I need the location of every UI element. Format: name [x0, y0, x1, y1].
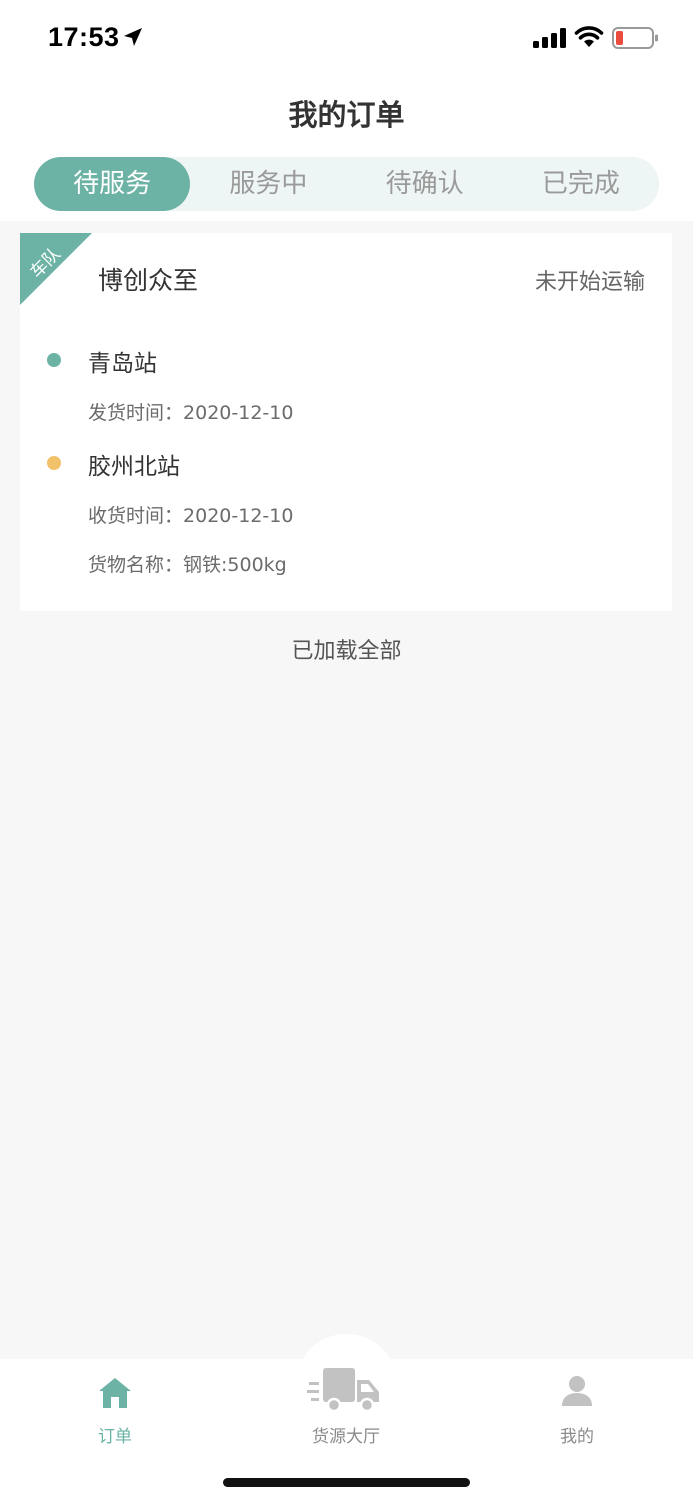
- nav-cargo-hall-label: 货源大厅: [312, 1427, 380, 1447]
- tab-pending-service[interactable]: 待服务: [34, 157, 191, 211]
- destination-station: 胶州北站: [88, 454, 180, 480]
- nav-mine-label: 我的: [560, 1427, 594, 1447]
- truck-icon: [307, 1368, 379, 1413]
- page-header: 我的订单 待服务 服务中 待确认 已完成: [0, 78, 693, 221]
- order-status-tabs: 待服务 服务中 待确认 已完成: [34, 157, 659, 211]
- status-bar: 17:53: [0, 0, 693, 78]
- location-arrow-icon: [124, 28, 142, 46]
- status-time: 17:53: [48, 22, 120, 52]
- battery-low-icon: [612, 27, 658, 49]
- ship-time-row: 发货时间：2020-12-10: [88, 398, 293, 425]
- origin-dot: [47, 353, 61, 367]
- fleet-corner-tag: 车队: [20, 233, 92, 305]
- origin-station: 青岛站: [88, 351, 157, 377]
- loaded-all-indicator: 已加载全部: [291, 639, 402, 664]
- order-card[interactable]: 车队 博创众至 未开始运输 青岛站 发货时间：2020-12-10 胶州北站 收…: [20, 233, 672, 611]
- tab-completed[interactable]: 已完成: [503, 157, 659, 211]
- destination-dot: [47, 456, 61, 470]
- receive-time-label: 收货时间：: [88, 505, 184, 527]
- nav-orders-label: 订单: [98, 1427, 132, 1447]
- cargo-row: 货物名称：钢铁:500kg: [88, 550, 287, 577]
- home-indicator: [223, 1478, 470, 1487]
- tab-pending-confirmation[interactable]: 待确认: [347, 157, 503, 211]
- wifi-icon: [574, 26, 604, 47]
- person-icon: [562, 1376, 592, 1406]
- home-icon: [99, 1378, 131, 1408]
- receive-time-row: 收货时间：2020-12-10: [88, 501, 293, 528]
- cellular-signal-icon: [533, 28, 566, 48]
- page-title: 我的订单: [288, 98, 405, 132]
- ship-time-label: 发货时间：: [88, 402, 184, 424]
- cargo-value: 钢铁:500kg: [183, 554, 287, 576]
- ship-time-value: 2020-12-10: [183, 402, 294, 424]
- company-name: 博创众至: [98, 266, 199, 295]
- receive-time-value: 2020-12-10: [183, 505, 294, 527]
- order-status-label: 未开始运输: [534, 270, 645, 295]
- tab-in-service[interactable]: 服务中: [190, 157, 346, 211]
- cargo-label: 货物名称：: [88, 554, 184, 576]
